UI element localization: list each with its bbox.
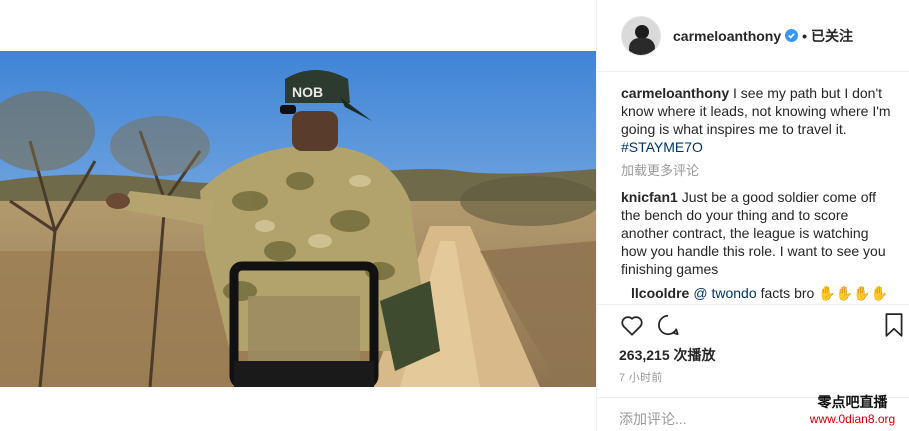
add-comment-input[interactable]: 添加评论...: [619, 409, 687, 429]
post-sidebar: carmeloanthony • 已关注 carmeloanthony I se…: [596, 0, 909, 431]
post-time: 7 小时前: [619, 372, 663, 384]
reply-text: facts bro: [760, 285, 815, 301]
media-panel: NOB: [0, 0, 596, 431]
caption-username[interactable]: carmeloanthony: [621, 85, 729, 101]
separator: •: [802, 27, 808, 44]
post-header: carmeloanthony • 已关注: [597, 0, 909, 72]
video-player[interactable]: NOB: [0, 51, 596, 387]
comment-item: knicfan1 Just be a good soldier come off…: [621, 188, 891, 278]
verified-badge-icon: [785, 29, 799, 42]
reply-mention[interactable]: @ twondo: [693, 284, 756, 302]
watermark: 零点吧直播 www.0dian8.org: [796, 393, 909, 431]
comment-icon[interactable]: [655, 312, 681, 343]
avatar[interactable]: [621, 15, 661, 56]
heart-icon[interactable]: [619, 312, 645, 343]
divider: [597, 304, 909, 305]
watermark-url: www.0dian8.org: [809, 412, 896, 426]
load-more-comments[interactable]: 加载更多评论: [621, 162, 891, 180]
view-count: 263,215 次播放: [619, 347, 716, 363]
action-bar: [619, 312, 903, 343]
reply-username[interactable]: llcooldre: [631, 284, 689, 302]
header-username[interactable]: carmeloanthony: [673, 28, 781, 44]
bookmark-icon[interactable]: [883, 312, 905, 343]
follow-button[interactable]: 已关注: [811, 26, 853, 46]
cap-text: NOB: [292, 84, 323, 100]
video-frame: NOB: [0, 51, 596, 387]
watermark-title: 零点吧直播: [817, 394, 888, 410]
caption: carmeloanthony I see my path but I don't…: [621, 84, 891, 156]
reply-item: llcooldre @ twondo facts bro ✋✋✋✋: [631, 284, 891, 302]
comment-username[interactable]: knicfan1: [621, 189, 678, 205]
hashtag-link[interactable]: #STAYME7O: [621, 139, 703, 155]
raised-hands-emoji: ✋✋✋✋: [818, 285, 889, 301]
comments-list: carmeloanthony I see my path but I don't…: [621, 84, 891, 302]
